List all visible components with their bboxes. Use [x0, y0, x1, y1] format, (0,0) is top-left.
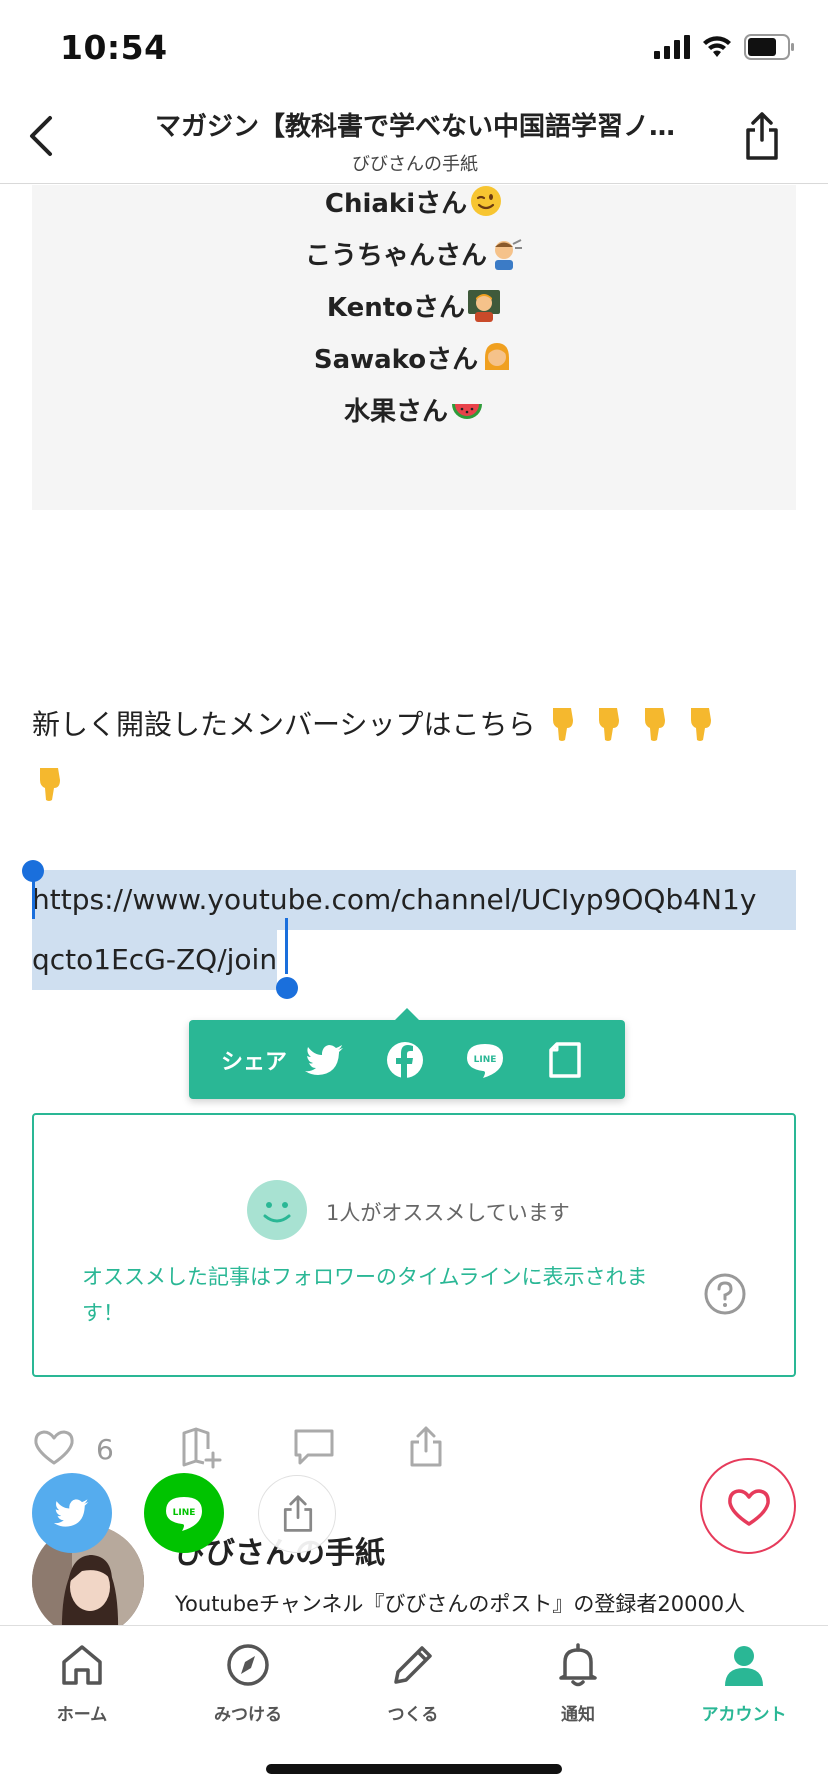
bell-icon [559, 1643, 597, 1687]
watermelon-emoji [452, 404, 482, 419]
twitter-share-button[interactable] [32, 1473, 112, 1553]
page-title: マガジン【教科書で学べない中国語学習ノ… [154, 112, 675, 142]
supporter-name: Kentoさん [326, 293, 466, 323]
tab-discover[interactable]: みつける [178, 1640, 318, 1750]
navigation-bar: マガジン【教科書で学べない中国語学習ノ… びびさんの手紙 [0, 92, 828, 184]
article-actions: 6 [32, 1425, 796, 1475]
line-icon[interactable]: LINE [463, 1038, 507, 1082]
line-share-button[interactable]: LINE [144, 1473, 224, 1553]
person-icon [725, 1646, 763, 1686]
article-paragraph: 新しく開設したメンバーシップはこちら [32, 695, 796, 815]
help-icon[interactable] [704, 1273, 746, 1315]
recommend-description: オススメした記事はフォロワーのタイムラインに表示されます！ [82, 1265, 648, 1325]
supporter-item: Sawakoさん [32, 339, 796, 376]
supporter-name: 水果さん [343, 397, 448, 427]
tab-label: みつける [214, 1705, 282, 1725]
home-icon [62, 1645, 102, 1685]
add-to-magazine-icon[interactable] [180, 1425, 224, 1469]
share-popup: シェア LINE [189, 1008, 625, 1099]
pointing-down-emoji [40, 768, 60, 801]
supporter-name: Chiakiさん [324, 189, 468, 219]
comment-icon[interactable] [292, 1425, 336, 1469]
like-count: 6 [96, 1433, 114, 1466]
supporter-item: Chiakiさん [32, 183, 796, 220]
svg-text:LINE: LINE [173, 1508, 196, 1518]
pointing-down-emoji [599, 708, 620, 741]
status-icons [654, 34, 796, 60]
selection-end-caret [285, 918, 288, 974]
battery-icon [744, 34, 794, 60]
smiley-face-icon[interactable] [247, 1180, 307, 1240]
facebook-icon[interactable] [383, 1038, 427, 1082]
supporter-item: 水果さん [32, 391, 796, 428]
share-icon[interactable] [404, 1425, 448, 1469]
tab-create[interactable]: つくる [343, 1640, 483, 1750]
recommend-box: 1人がオススメしています オススメした記事はフォロワーのタイムラインに表示されま… [32, 1113, 796, 1377]
supporter-name: こうちゃんさん [304, 241, 487, 271]
recommend-count: 1人がオススメしています [326, 1201, 570, 1225]
svg-text:LINE: LINE [474, 1055, 497, 1065]
supporter-name: Sawakoさん [313, 345, 479, 375]
pencil-icon [394, 1646, 432, 1684]
farmer-emoji [495, 239, 522, 270]
pointing-down-emoji [553, 708, 574, 741]
tab-label: 通知 [561, 1705, 595, 1725]
share-icon[interactable] [742, 110, 782, 162]
share-icon [283, 1495, 313, 1532]
note-icon[interactable] [543, 1038, 587, 1082]
membership-link[interactable]: https://www.youtube.com/channel/UCIyp9OQ… [32, 870, 796, 990]
line-icon: LINE [166, 1497, 202, 1531]
compass-icon [227, 1644, 269, 1686]
teacher-emoji [468, 290, 501, 322]
pointing-down-emoji [691, 708, 712, 741]
woman-emoji [485, 343, 510, 370]
pointing-down-emoji [645, 708, 666, 741]
back-chevron-icon[interactable] [22, 112, 62, 160]
selection-end-handle[interactable] [276, 977, 298, 999]
status-time: 10:54 [60, 28, 168, 67]
more-share-button[interactable] [258, 1475, 336, 1553]
share-label: シェア [221, 1050, 288, 1075]
status-bar: 10:54 [0, 0, 828, 92]
tab-label: アカウント [701, 1705, 787, 1725]
tab-notifications[interactable]: 通知 [508, 1640, 648, 1750]
author-description: Youtubeチャンネル『びびさんのポスト』の登録者20000人 [175, 1592, 746, 1616]
membership-text: 新しく開設したメンバーシップはこちら [32, 708, 536, 741]
selection-start-caret [32, 875, 35, 919]
supporters-box: Chiakiさん こうちゃんさん Kentoさん Sawakoさん 水果さん [32, 185, 796, 510]
wifi-icon [703, 36, 731, 57]
heart-icon [728, 1489, 770, 1526]
link-text-line-2[interactable]: qcto1EcG-ZQ/join [32, 930, 278, 990]
tab-account[interactable]: アカウント [674, 1640, 814, 1750]
twitter-icon [53, 1499, 89, 1527]
like-floating-button[interactable] [700, 1458, 796, 1554]
home-indicator[interactable] [266, 1764, 562, 1774]
heart-icon[interactable] [32, 1425, 76, 1469]
twitter-icon[interactable] [303, 1038, 347, 1082]
link-text-line-1[interactable]: https://www.youtube.com/channel/UCIyp9OQ… [32, 870, 796, 930]
supporter-item: こうちゃんさん [32, 235, 796, 272]
page-subtitle[interactable]: びびさんの手紙 [110, 150, 720, 176]
supporter-item: Kentoさん [32, 287, 796, 324]
winking-face-emoji [471, 186, 502, 216]
tab-home[interactable]: ホーム [12, 1640, 152, 1750]
tab-label: ホーム [56, 1705, 108, 1725]
tab-label: つくる [387, 1705, 439, 1725]
cellular-signal-icon [654, 35, 690, 59]
